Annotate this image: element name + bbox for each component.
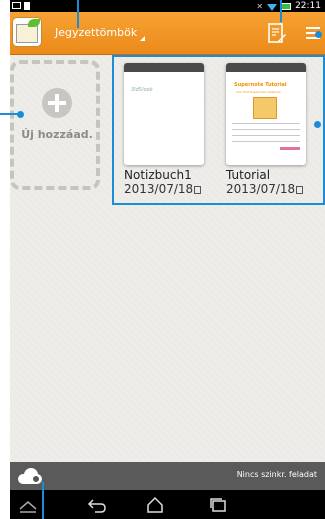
- new-notebook-icon: [268, 23, 286, 43]
- screenshot-icon: [12, 2, 21, 9]
- sync-status-text: Nincs szinkr. feladat: [236, 470, 317, 479]
- status-bar: ✕ 22:11: [10, 0, 325, 12]
- add-notebook-label: Új hozzáad.: [21, 128, 93, 141]
- cover-title: Supernote Tutorial: [234, 82, 287, 88]
- cover-illustration: [253, 97, 277, 119]
- callout-line: [42, 482, 44, 519]
- clock: 22:11: [295, 1, 321, 11]
- sync-bar: Nincs szinkr. feladat: [10, 462, 325, 490]
- menu-icon[interactable]: [18, 496, 38, 514]
- callout-dot: [314, 121, 321, 128]
- notebook-list: 3ld5/ook Notizbuch1 2013/07/18 Supernote…: [112, 55, 325, 205]
- action-bar: Jegyzettömbök: [10, 12, 325, 55]
- notebook-date: 2013/07/18: [124, 182, 204, 196]
- cloud-sync-icon[interactable]: [18, 467, 44, 485]
- notebook-grid: Új hozzáad. 3ld5/ook Notizbuch1 2013/07/…: [10, 55, 325, 462]
- app-screen: ✕ 22:11 Jegyzettömbök Új hozzáad. 3ld5/o…: [10, 0, 325, 519]
- navigation-bar: [10, 490, 325, 519]
- callout-dot: [315, 31, 322, 38]
- notebook-title: Tutorial: [226, 168, 271, 182]
- cover-handwriting: 3ld5/ook: [131, 87, 153, 93]
- plus-icon: [42, 88, 72, 118]
- notebook-item-tutorial[interactable]: Supernote Tutorial Your first Supernote …: [226, 63, 306, 196]
- notebook-selector-label: Jegyzettömbök: [55, 26, 138, 39]
- battery-icon: [281, 2, 292, 10]
- notebook-selector[interactable]: Jegyzettömbök: [55, 26, 146, 41]
- dropdown-triangle-icon: [140, 36, 146, 41]
- home-icon[interactable]: [145, 496, 165, 514]
- notebook-date: 2013/07/18: [226, 182, 306, 196]
- callout-line: [77, 0, 79, 28]
- document-icon: [24, 2, 30, 10]
- notebook-title: Notizbuch1: [124, 168, 192, 182]
- back-icon[interactable]: [87, 496, 107, 514]
- add-notebook-button[interactable]: Új hozzáad.: [10, 60, 100, 190]
- notebook-cover: Supernote Tutorial Your first Supernote …: [226, 63, 306, 165]
- callout-line: [280, 0, 282, 22]
- app-logo-icon[interactable]: [12, 17, 42, 47]
- cover-subtitle: Your first Supernote notebook: [236, 90, 281, 94]
- silent-icon: ✕: [256, 1, 264, 11]
- new-notebook-button[interactable]: [267, 23, 287, 45]
- recent-apps-icon[interactable]: [208, 496, 228, 514]
- notebook-cover: 3ld5/ook: [124, 63, 204, 165]
- notebook-item-notizbuch1[interactable]: 3ld5/ook Notizbuch1 2013/07/18: [124, 63, 204, 196]
- callout-dot: [17, 111, 24, 118]
- wifi-icon: [267, 3, 278, 11]
